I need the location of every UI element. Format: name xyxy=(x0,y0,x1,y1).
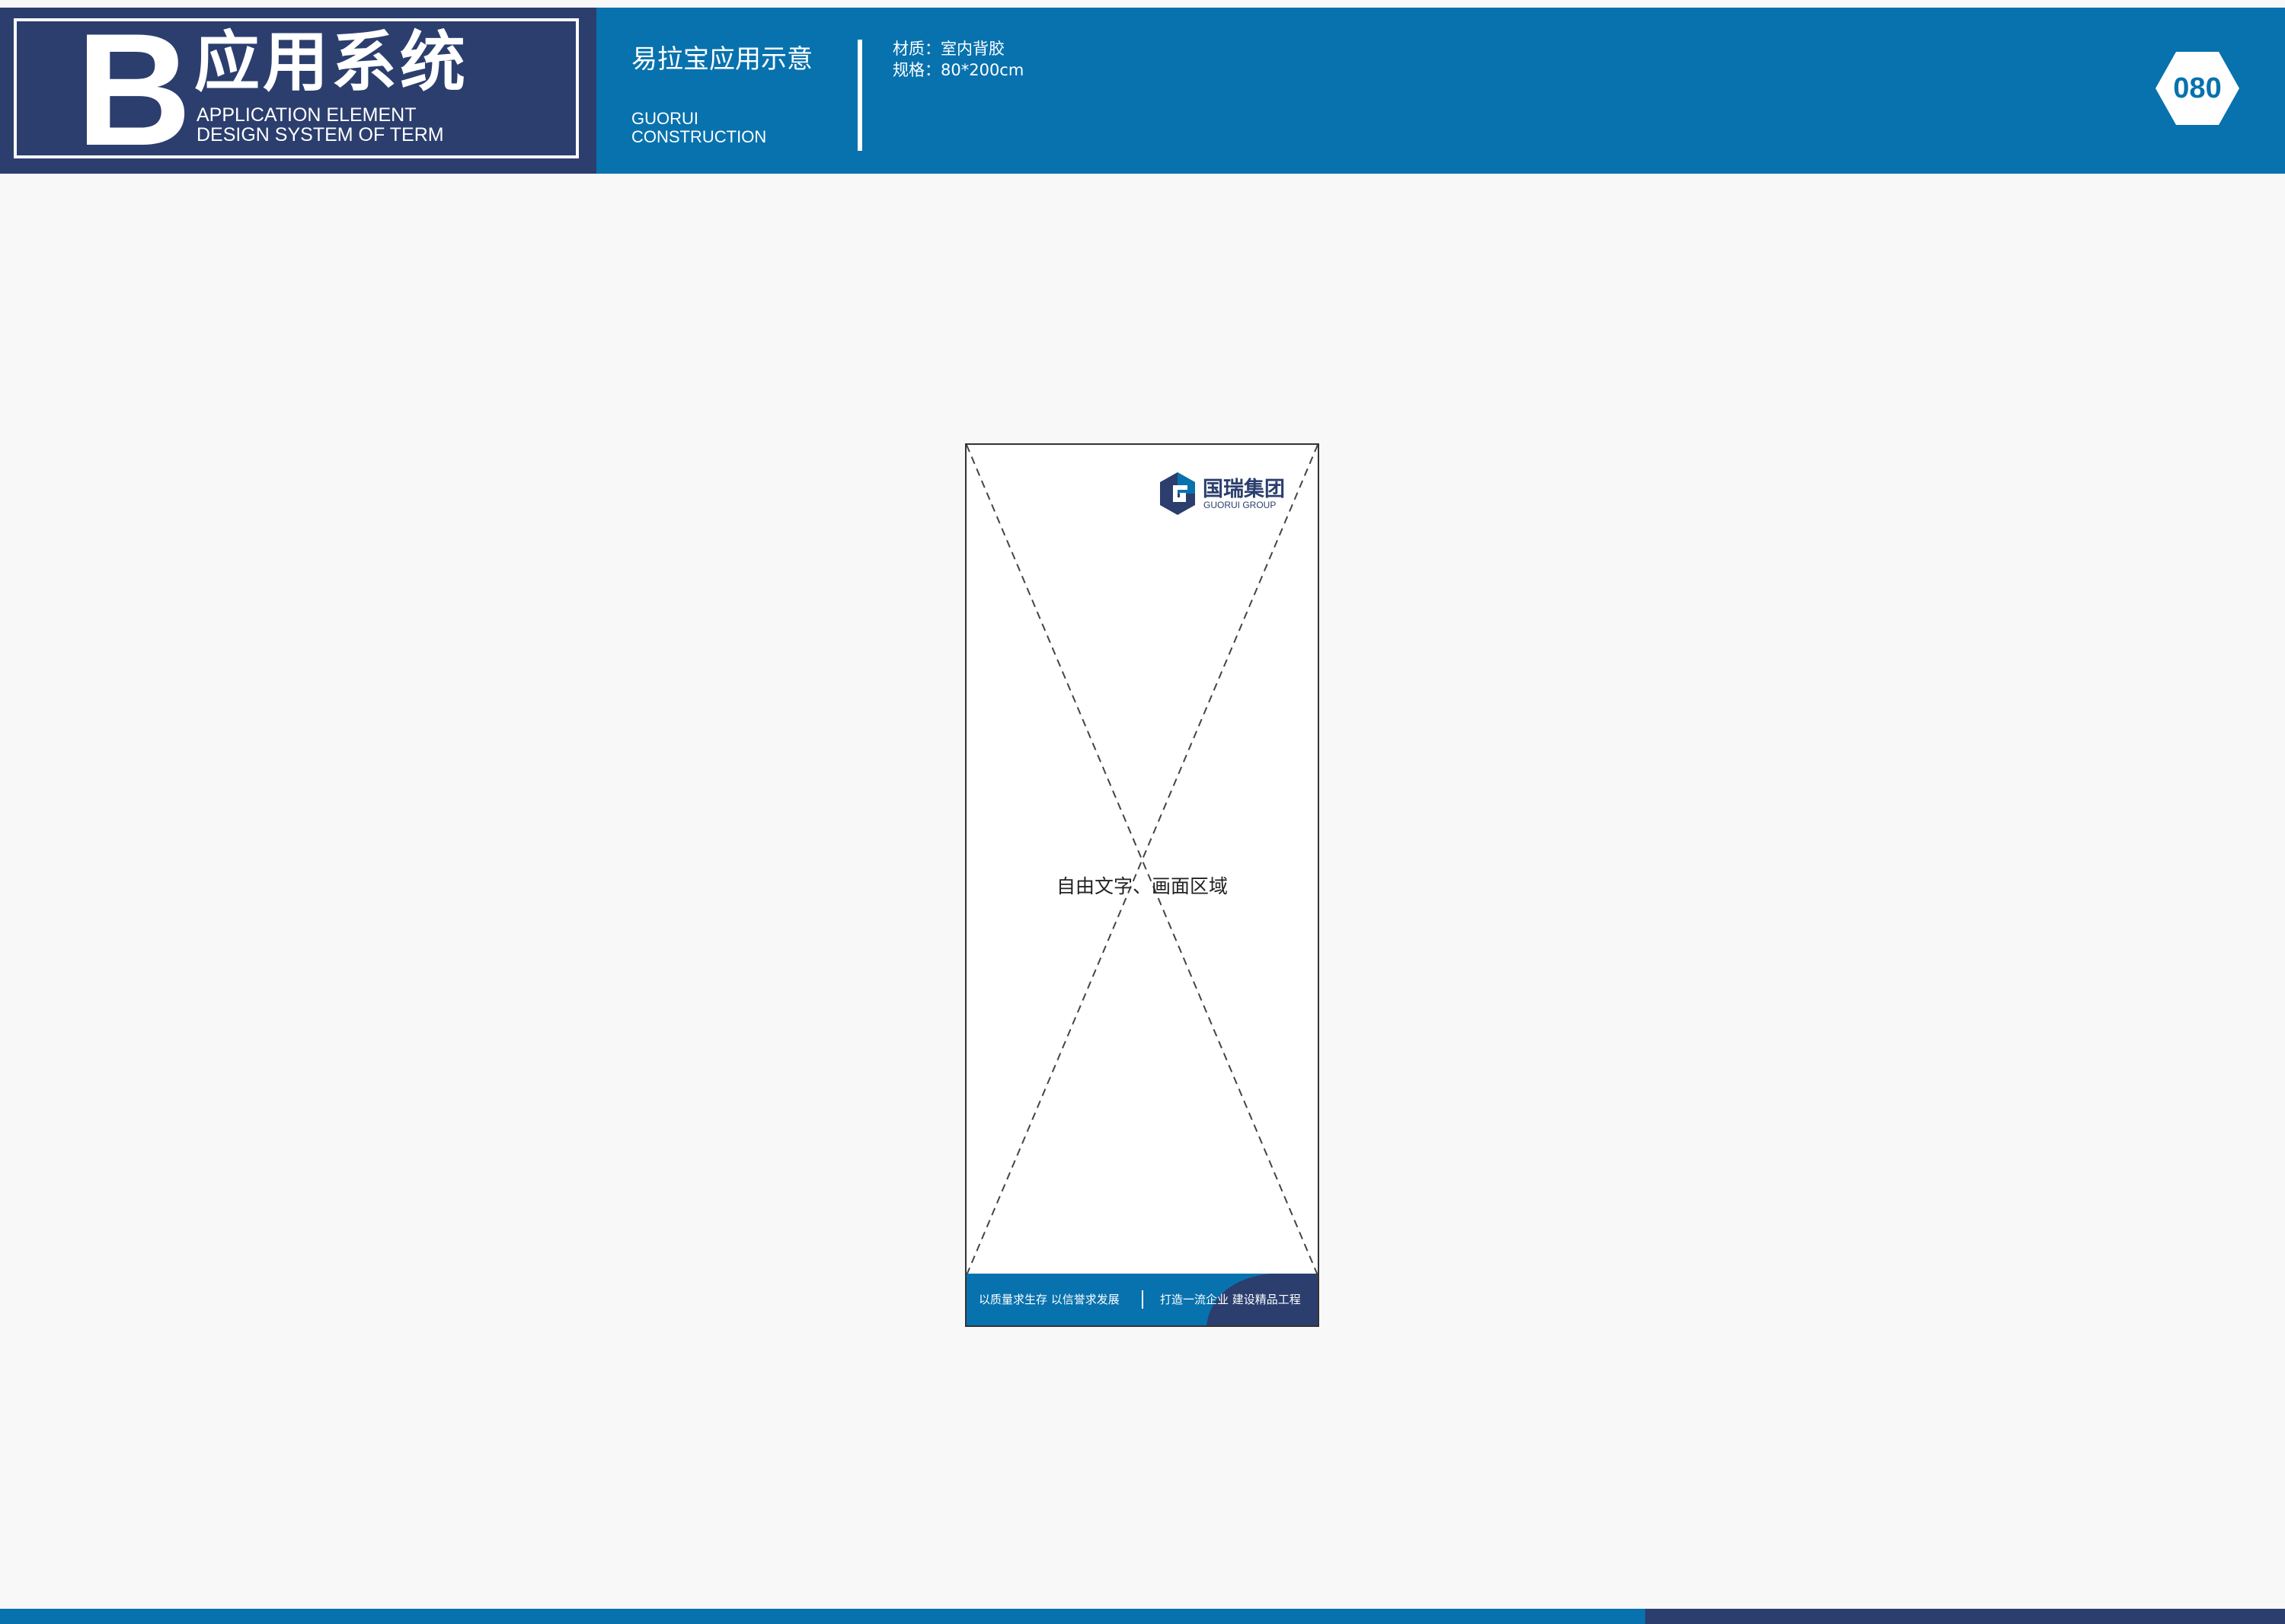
section-brand-block: B 应用系统 APPLICATION ELEMENT DESIGN SYSTEM… xyxy=(0,8,596,174)
item-title: 易拉宝应用示意 xyxy=(631,44,813,75)
free-content-area-label: 自由文字、画面区域 xyxy=(1056,875,1228,897)
logo-en-text: GUORUI GROUP xyxy=(1203,500,1276,510)
header-bar: B 应用系统 APPLICATION ELEMENT DESIGN SYSTEM… xyxy=(0,8,2285,174)
company-name-line-1: GUORUI xyxy=(631,109,698,128)
spec-text: 规格：80*200cm xyxy=(893,61,1024,79)
material-text: 材质：室内背胶 xyxy=(893,40,1005,58)
section-english-line-2: DESIGN SYSTEM OF TERM xyxy=(197,124,444,145)
section-name: 应用系统 xyxy=(194,24,468,101)
bottom-bar xyxy=(0,1609,1645,1624)
rollup-banner-mockup: 国瑞集团 GUORUI GROUP 自由文字、画面区域 以质量求生存 以信誉求发… xyxy=(965,443,1319,1327)
header-divider xyxy=(858,40,862,151)
bottom-bar-accent xyxy=(1645,1609,2285,1624)
company-name-line-2: CONSTRUCTION xyxy=(631,127,767,146)
section-english-line-1: APPLICATION ELEMENT xyxy=(197,104,417,126)
slogan-right: 打造一流企业 建设精品工程 xyxy=(1160,1293,1301,1306)
slogan-separator xyxy=(1142,1290,1143,1309)
section-letter: B xyxy=(76,0,192,179)
page-number: 080 xyxy=(2173,72,2222,104)
logo-cn-text: 国瑞集团 xyxy=(1203,477,1285,501)
banner-footer: 以质量求生存 以信誉求发展 打造一流企业 建设精品工程 xyxy=(967,1274,1318,1325)
slogan-left: 以质量求生存 以信誉求发展 xyxy=(979,1293,1120,1306)
guorui-group-logo: 国瑞集团 GUORUI GROUP xyxy=(1160,472,1285,515)
